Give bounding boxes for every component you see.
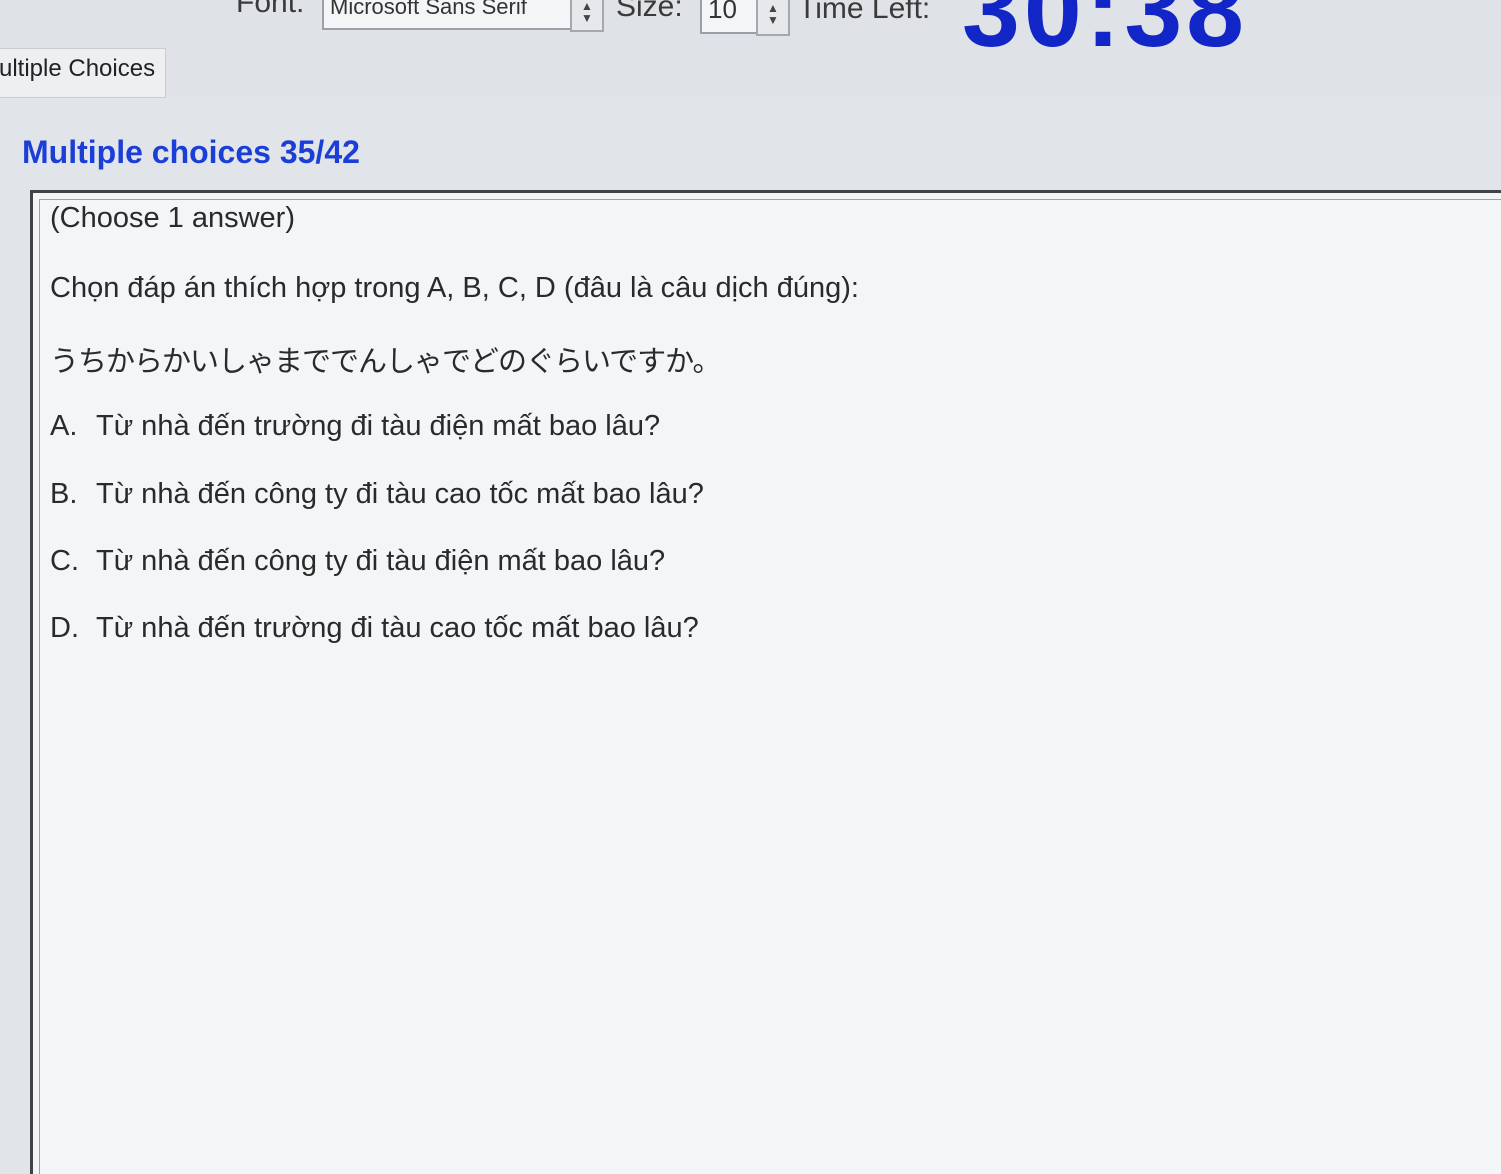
font-label: Font:: [236, 0, 305, 19]
option-b[interactable]: B. Từ nhà đến công ty đi tàu cao tốc mất…: [50, 478, 704, 511]
option-text: Từ nhà đến trường đi tàu cao tốc mất bao…: [96, 612, 699, 644]
option-key: B.: [50, 478, 78, 510]
exam-window: Font: Microsoft Sans Serif ▲ ▼ Size: 10 …: [0, 0, 1501, 1174]
option-key: D.: [50, 612, 79, 644]
down-arrow-icon[interactable]: ▼: [581, 12, 593, 24]
option-text: Từ nhà đến công ty đi tàu cao tốc mất ba…: [96, 478, 704, 510]
time-left-label: Time Left:: [798, 0, 931, 25]
option-d[interactable]: D. Từ nhà đến trường đi tàu cao tốc mất …: [50, 612, 699, 645]
size-spinner[interactable]: ▲ ▼: [756, 0, 790, 36]
down-arrow-icon[interactable]: ▼: [767, 14, 779, 26]
option-text: Từ nhà đến trường đi tàu điện mất bao lâ…: [96, 410, 661, 442]
japanese-sentence: うちからかいしゃまででんしゃでどのぐらいですか。: [50, 344, 722, 378]
font-select[interactable]: Microsoft Sans Serif: [322, 0, 572, 30]
question-prompt: Chọn đáp án thích hợp trong A, B, C, D (…: [50, 272, 859, 304]
option-text: Từ nhà đến công ty đi tàu điện mất bao l…: [96, 545, 666, 577]
option-c[interactable]: C. Từ nhà đến công ty đi tàu điện mất ba…: [50, 545, 665, 578]
option-key: C.: [50, 545, 79, 577]
option-key: A.: [50, 410, 78, 442]
font-spinner[interactable]: ▲ ▼: [570, 0, 604, 32]
option-a[interactable]: A. Từ nhà đến trường đi tàu điện mất bao…: [50, 410, 660, 443]
size-input[interactable]: 10: [700, 0, 758, 34]
question-progress-heading: Multiple choices 35/42: [22, 134, 360, 170]
countdown-timer: 30:38: [962, 0, 1248, 69]
choose-hint: (Choose 1 answer): [50, 202, 295, 234]
tab-multiple-choices[interactable]: ultiple Choices: [0, 48, 166, 98]
size-label: Size:: [616, 0, 683, 23]
